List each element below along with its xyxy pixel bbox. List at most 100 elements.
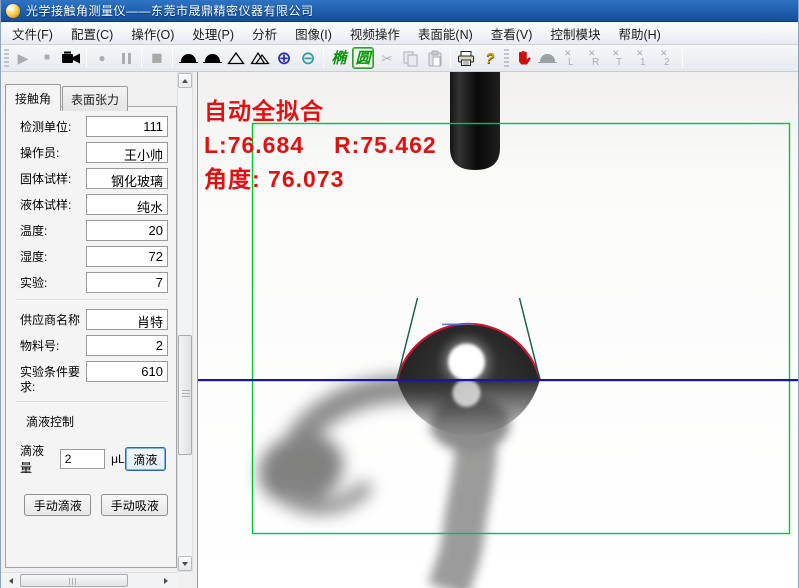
menu-item[interactable]: 视频操作 [341, 21, 409, 46]
drop-volume-label: 滴液量 [20, 444, 45, 475]
clear-left-button[interactable]: ✕ L [560, 47, 582, 69]
snapshot-button[interactable]: ■ [146, 47, 168, 69]
ellipse-fit-button[interactable]: 椭 [328, 47, 350, 69]
record-button[interactable]: ● [91, 47, 113, 69]
field-label: 检测单位: [20, 120, 72, 134]
scroll-right-button[interactable] [160, 574, 174, 588]
manual-dispense-button[interactable]: 手动滴液 [24, 494, 92, 516]
separator [682, 49, 683, 67]
menu-item[interactable]: 图像(I) [286, 21, 341, 46]
separator [86, 49, 87, 67]
clear-2-button[interactable]: ✕ 2 [656, 47, 678, 69]
print-button[interactable] [455, 47, 477, 69]
drop-tool-button[interactable] [536, 47, 558, 69]
field-input[interactable]: 钢化玻璃 [86, 168, 168, 189]
cut-icon: ✂ [381, 50, 393, 66]
double-triangle-button[interactable] [249, 47, 271, 69]
baseline[interactable] [198, 379, 799, 382]
field-row: 固体试样: 钢化玻璃 [20, 168, 168, 189]
menu-item[interactable]: 帮助(H) [609, 21, 669, 46]
stop-button[interactable]: ■ [36, 47, 58, 69]
app-window: 光学接触角测量仪——东莞市晟鼎精密仪器有限公司 文件(F) 配置(C) 操作(O) 处… [0, 0, 799, 588]
field-input[interactable]: 2 [86, 335, 168, 356]
field-input[interactable]: 纯水 [86, 194, 168, 215]
fit-mode-label: 自动全拟合 [204, 98, 324, 124]
thumb-grip [182, 390, 190, 397]
pause-button[interactable] [115, 47, 137, 69]
dispense-button[interactable]: 滴液 [124, 447, 167, 471]
copy-button[interactable] [400, 47, 422, 69]
field-input[interactable]: 111 [86, 116, 168, 137]
toolbar-grip [4, 49, 9, 67]
arrow-right-icon [163, 578, 171, 584]
field-label: 液体试样: [20, 198, 72, 212]
cut-button[interactable]: ✂ [376, 47, 398, 69]
panel-vertical-scrollbar[interactable] [177, 72, 193, 572]
sessile-drop-button[interactable] [177, 47, 199, 69]
menu-item[interactable]: 控制模块 [541, 21, 609, 46]
arrow-up-icon [182, 78, 188, 83]
field-input[interactable]: 72 [86, 246, 168, 267]
menu-item[interactable]: 表面能(N) [409, 21, 482, 46]
panel-horizontal-scrollbar[interactable] [1, 572, 177, 588]
dosing-needle [450, 72, 500, 170]
vertical-scroll-thumb[interactable] [178, 335, 192, 455]
measurement-overlay: 自动全拟合 L:76.684 R:75.462 角度: 76.073 [204, 94, 437, 196]
arrow-left-icon [6, 578, 13, 584]
field-input[interactable]: 肖特 [86, 309, 168, 330]
scroll-up-button[interactable] [178, 73, 192, 88]
stop-hand-button[interactable] [512, 47, 534, 69]
scroll-down-button[interactable] [178, 556, 192, 571]
copy-icon [403, 51, 418, 66]
circle-fit-label: 圆 [355, 49, 371, 67]
field-row: 温度: 20 [20, 220, 168, 241]
menu-item[interactable]: 文件(F) [3, 21, 62, 46]
horizontal-scroll-thumb[interactable] [20, 574, 128, 587]
clear-1-button[interactable]: ✕ 1 [632, 47, 654, 69]
field-label: 操作员: [20, 146, 60, 160]
triangle-angle-button[interactable] [225, 47, 247, 69]
right-angle-value: R:75.462 [334, 132, 437, 158]
fields-group-1: 检测单位: 111 操作员: 王小帅 固体试样: 钢化玻璃 液体试样: 纯水 温… [20, 116, 168, 293]
field-input[interactable]: 王小帅 [86, 142, 168, 163]
clear-top-button[interactable]: ✕ T [608, 47, 630, 69]
circle-cross-button[interactable]: ⊕ [273, 47, 295, 69]
divider [16, 299, 168, 301]
field-row: 检测单位: 111 [20, 116, 168, 137]
circle-cross-icon: ⊕ [276, 48, 292, 68]
help-button[interactable]: ? [479, 47, 501, 69]
field-row: 实验: 7 [20, 272, 168, 293]
field-row: 湿度: 72 [20, 246, 168, 267]
menu-item[interactable]: 查看(V) [482, 21, 542, 46]
pause-icon [121, 52, 131, 64]
field-label: 温度: [20, 224, 48, 238]
clear-right-button[interactable]: ✕ R [584, 47, 606, 69]
left-angle-value: L:76.684 [204, 132, 305, 158]
field-label: 供应商名称 [20, 313, 81, 327]
panel-tab[interactable]: 表面张力 [62, 86, 129, 111]
sessile-drop-2-button[interactable] [201, 47, 223, 69]
menu-item[interactable]: 处理(P) [183, 21, 243, 46]
camera-button[interactable] [60, 47, 82, 69]
scroll-left-button[interactable] [2, 574, 16, 588]
menu-item[interactable]: 配置(C) [62, 21, 122, 46]
menu-item[interactable]: 操作(O) [122, 21, 183, 46]
circle-minus-button[interactable]: ⊖ [297, 47, 319, 69]
field-input[interactable]: 20 [86, 220, 168, 241]
settings-panel: 接触角 表面张力 检测单位: 111 操作员: 王小帅 固体试样: 钢化玻璃 液… [1, 72, 197, 588]
manual-suction-button[interactable]: 手动吸液 [101, 494, 168, 516]
drop-control-group-label: 滴液控制 [26, 415, 75, 429]
drop-volume-input[interactable]: 2 [59, 449, 106, 469]
camera-view[interactable]: 自动全拟合 L:76.684 R:75.462 角度: 76.073 [197, 72, 799, 588]
menu-item[interactable]: 分析 [243, 21, 286, 46]
separator [450, 49, 451, 67]
play-button[interactable]: ▶ [12, 47, 34, 69]
field-input[interactable]: 610 [86, 361, 168, 382]
panel-tab[interactable]: 接触角 [5, 84, 62, 111]
paste-button[interactable] [424, 47, 446, 69]
snapshot-icon: ■ [151, 47, 163, 69]
drop-volume-unit: μL [111, 452, 125, 466]
menubar: 文件(F) 配置(C) 操作(O) 处理(P) 分析 图像(I) 视频操作 表面能(N) 查看(… [1, 21, 798, 46]
circle-fit-button[interactable]: 圆 [352, 47, 374, 69]
field-input[interactable]: 7 [86, 272, 168, 293]
